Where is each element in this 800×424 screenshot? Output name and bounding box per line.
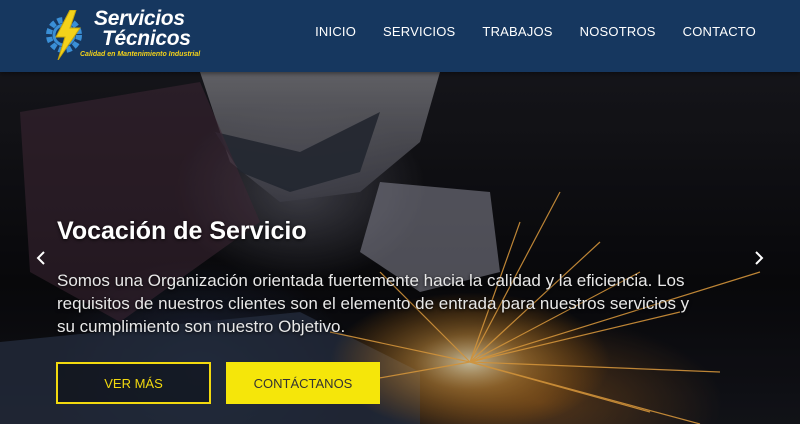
contactanos-button[interactable]: CONTÁCTANOS — [226, 362, 380, 404]
main-nav: INICIO SERVICIOS TRABAJOS NOSOTROS CONTA… — [288, 24, 756, 39]
logo[interactable]: Servicios Técnicos Calidad en Mantenimie… — [42, 6, 212, 64]
ver-mas-button[interactable]: VER MÁS — [56, 362, 211, 404]
nav-trabajos[interactable]: TRABAJOS — [482, 24, 552, 39]
nav-inicio[interactable]: INICIO — [315, 24, 356, 39]
brand-name-line-1: Servicios — [94, 7, 185, 30]
hero-title: Vocación de Servicio — [57, 217, 307, 245]
navbar: Servicios Técnicos Calidad en Mantenimie… — [0, 0, 800, 72]
brand-tagline: Calidad en Mantenimiento Industrial — [80, 51, 201, 58]
nav-nosotros[interactable]: NOSOTROS — [580, 24, 656, 39]
hero-slider: Vocación de Servicio Somos una Organizac… — [0, 72, 800, 424]
brand-name-line-2: Técnicos — [102, 27, 191, 50]
hero-description: Somos una Organización orientada fuertem… — [57, 271, 690, 336]
chevron-right-icon[interactable] — [753, 248, 765, 271]
chevron-left-icon[interactable] — [35, 248, 47, 271]
nav-servicios[interactable]: SERVICIOS — [383, 24, 455, 39]
nav-contacto[interactable]: CONTACTO — [683, 24, 756, 39]
